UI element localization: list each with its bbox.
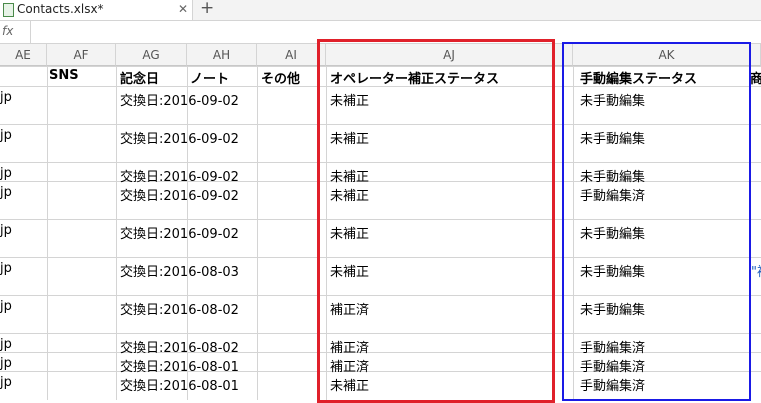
cell-anniversary[interactable]: 交換日:2016-08-01: [120, 356, 239, 375]
cell-email-domain[interactable]: jp: [0, 223, 12, 238]
cell-next-col[interactable]: "補: [751, 261, 761, 280]
cell-email-domain[interactable]: jp: [0, 356, 12, 371]
column-header-ai[interactable]: AI: [257, 44, 326, 66]
cell-email-domain[interactable]: jp: [0, 299, 12, 314]
blue-highlight-box: [562, 42, 751, 401]
cell-email-domain[interactable]: jp: [0, 166, 12, 181]
cell-anniversary[interactable]: 交換日:2016-09-02: [120, 223, 239, 242]
header-next-col[interactable]: 商: [750, 68, 761, 87]
cell-anniversary[interactable]: 交換日:2016-08-02: [120, 299, 239, 318]
cell-anniversary[interactable]: 交換日:2016-08-02: [120, 337, 239, 356]
tab-bar: Contacts.xlsx* ✕ +: [0, 0, 761, 21]
cell-anniversary[interactable]: 交換日:2016-09-02: [120, 185, 239, 204]
close-icon[interactable]: ✕: [178, 2, 188, 16]
column-header-af[interactable]: AF: [47, 44, 116, 66]
cell-anniversary[interactable]: 交換日:2016-08-03: [120, 261, 239, 280]
cell-email-domain[interactable]: jp: [0, 90, 12, 105]
column-header-ah[interactable]: AH: [187, 44, 257, 66]
grid-vline: [47, 66, 48, 400]
cell-anniversary[interactable]: 交換日:2016-08-01: [120, 375, 239, 394]
tab-title: Contacts.xlsx*: [17, 2, 104, 16]
formula-input[interactable]: [34, 24, 754, 40]
cell-anniversary[interactable]: 交換日:2016-09-02: [120, 128, 239, 147]
grid-vline: [257, 66, 258, 400]
cell-email-domain[interactable]: jp: [0, 375, 12, 390]
header-other[interactable]: その他: [261, 68, 300, 87]
header-note[interactable]: ノート: [190, 68, 229, 87]
cell-email-domain[interactable]: jp: [0, 128, 12, 143]
column-header-ae[interactable]: AE: [0, 44, 47, 66]
cell-anniversary[interactable]: 交換日:2016-09-02: [120, 166, 239, 185]
cell-email-domain[interactable]: jp: [0, 185, 12, 200]
tab-contacts-file[interactable]: Contacts.xlsx* ✕: [0, 0, 193, 20]
cell-anniversary[interactable]: 交換日:2016-09-02: [120, 90, 239, 109]
column-header-ag[interactable]: AG: [116, 44, 187, 66]
cell-email-domain[interactable]: jp: [0, 261, 12, 276]
divider: [30, 21, 31, 43]
header-anniversary[interactable]: 記念日: [120, 68, 159, 87]
grid-vline: [116, 66, 117, 400]
fx-label: fx: [2, 24, 14, 38]
red-highlight-box: [317, 39, 555, 403]
new-tab-button[interactable]: +: [200, 0, 214, 18]
spreadsheet-file-icon: [3, 3, 14, 17]
cell-email-domain[interactable]: jp: [0, 337, 12, 352]
header-sns[interactable]: SNS: [49, 68, 79, 83]
